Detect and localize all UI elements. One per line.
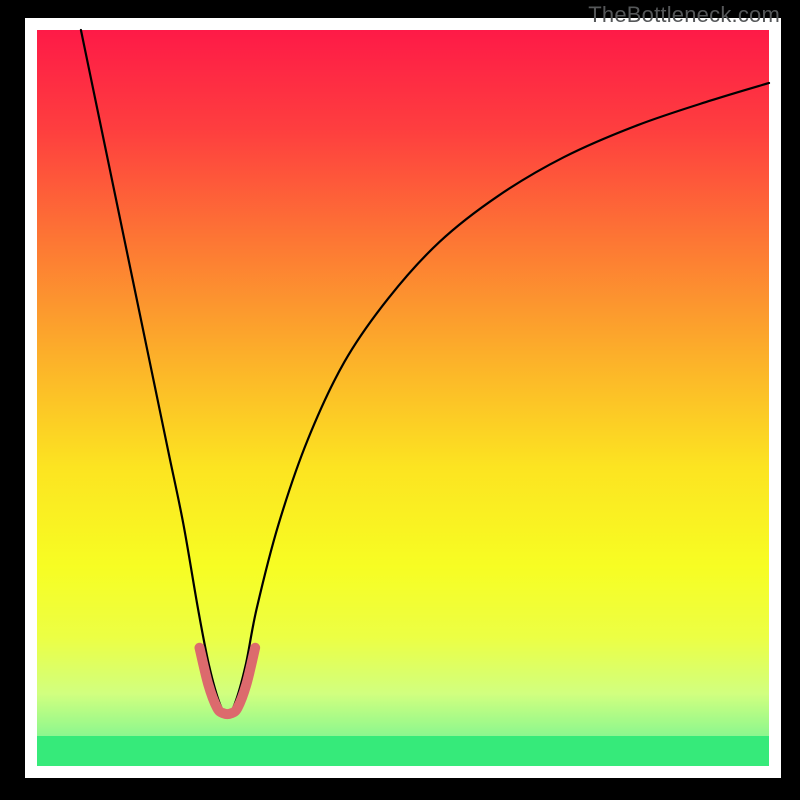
bottleneck-curve <box>81 30 769 713</box>
chart-stage: TheBottleneck.com <box>0 0 800 800</box>
watermark-text: TheBottleneck.com <box>588 2 780 28</box>
curve-layer <box>0 0 800 800</box>
